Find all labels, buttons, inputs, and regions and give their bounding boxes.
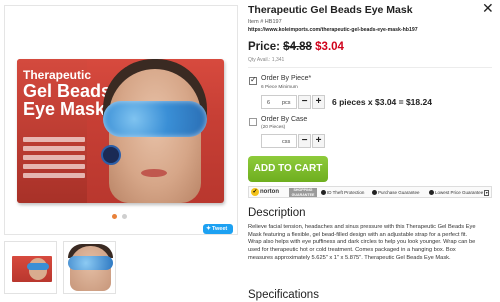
case-minus-button[interactable]: − [298,134,311,148]
case-quantity-input[interactable]: css [261,134,297,148]
box-title-line2: Gel Beads [23,80,112,101]
id-theft-item[interactable]: ID Theft Protection [321,189,364,196]
chevron-down-icon[interactable]: ▾ [484,189,490,196]
box-title-line3: Eye Mask [23,99,106,120]
order-by-case-label: Order By Case [261,116,308,123]
lowest-price-label: Lowest Price Guarantee [435,190,484,195]
item-number: Item # HB197 [248,19,282,25]
gel-mask [103,101,207,137]
gallery-dot-2[interactable] [121,214,127,219]
purchase-guarantee-item[interactable]: Purchase Guarantee [372,189,420,196]
qty-available: Qty Avail.: 1,341 [248,57,285,63]
tweet-label: Tweet [212,226,228,232]
close-icon[interactable]: ✕ [482,1,494,15]
order-by-piece-checkbox[interactable]: ✓ [249,75,257,85]
piece-quantity-input[interactable]: 6 pcs [261,95,297,109]
description-body: Relieve facial tension, headaches and si… [248,224,476,261]
order-by-case-checkbox[interactable] [249,118,257,126]
product-title: Therapeutic Gel Beads Eye Mask [248,4,413,16]
piece-minimum-note: 6 Piece Minimum [261,85,298,90]
trust-badges: ✓ norton SHOPPING GUARANTEE ID Theft Prot… [248,186,492,198]
gallery-dots [112,214,130,221]
case-plus-button[interactable]: + [312,134,325,148]
hot-cold-badge [101,145,121,165]
thumbnail-1[interactable] [4,241,57,294]
order-by-piece-label: Order By Piece* [261,75,312,82]
main-product-image[interactable]: Therapeutic Gel Beads Eye Mask [4,5,238,235]
piece-minus-button[interactable]: − [298,95,311,109]
divider [248,67,492,68]
lowest-price-item[interactable]: Lowest Price Guarantee ▾ [429,189,490,196]
norton-badge[interactable]: ✓ norton [251,188,289,197]
description-heading: Description [248,207,306,219]
tag-icon [429,190,434,196]
piece-qty-unit: pcs [282,100,291,106]
piece-total-calc: 6 pieces x $3.04 = $18.24 [332,97,432,107]
tweet-button[interactable]: ✦Tweet [203,224,233,234]
product-url[interactable]: https://www.koleimports.com/therapeutic-… [248,27,418,33]
case-qty-unit: css [282,139,291,145]
twitter-bird-icon: ✦ [206,226,212,232]
checkmark-icon: ✓ [250,75,257,84]
box-title-line1: Therapeutic [23,68,92,82]
purchase-guarantee-label: Purchase Guarantee [378,190,420,195]
box-bullets [23,137,85,182]
piece-qty-value: 6 [267,100,271,106]
case-pieces-note: (20 Pieces) [261,125,286,130]
price-label: Price: [248,41,280,53]
piece-plus-button[interactable]: + [312,95,325,109]
specifications-heading: Specifications [248,289,319,301]
price-row: Price: $4.88 $3.04 [248,41,344,53]
thumbnail-2[interactable] [63,241,116,294]
model-lips [141,169,167,177]
sale-price: $3.04 [315,41,344,53]
check-circle-icon [372,190,377,196]
old-price: $4.88 [283,41,312,53]
shopping-guarantee-badge[interactable]: SHOPPING GUARANTEE [289,188,317,197]
shield-icon [321,190,326,196]
thumbnail-mask [68,256,113,270]
gallery-dot-1[interactable] [112,214,117,219]
add-to-cart-button[interactable]: ADD TO CART [248,156,328,182]
norton-check-icon: ✓ [251,188,259,196]
box-title: Therapeutic Gel Beads Eye Mask [23,69,111,119]
norton-label: norton [260,189,279,195]
thumbnail-mask [27,263,49,270]
product-box-image: Therapeutic Gel Beads Eye Mask [17,59,224,203]
id-theft-label: ID Theft Protection [327,190,365,195]
